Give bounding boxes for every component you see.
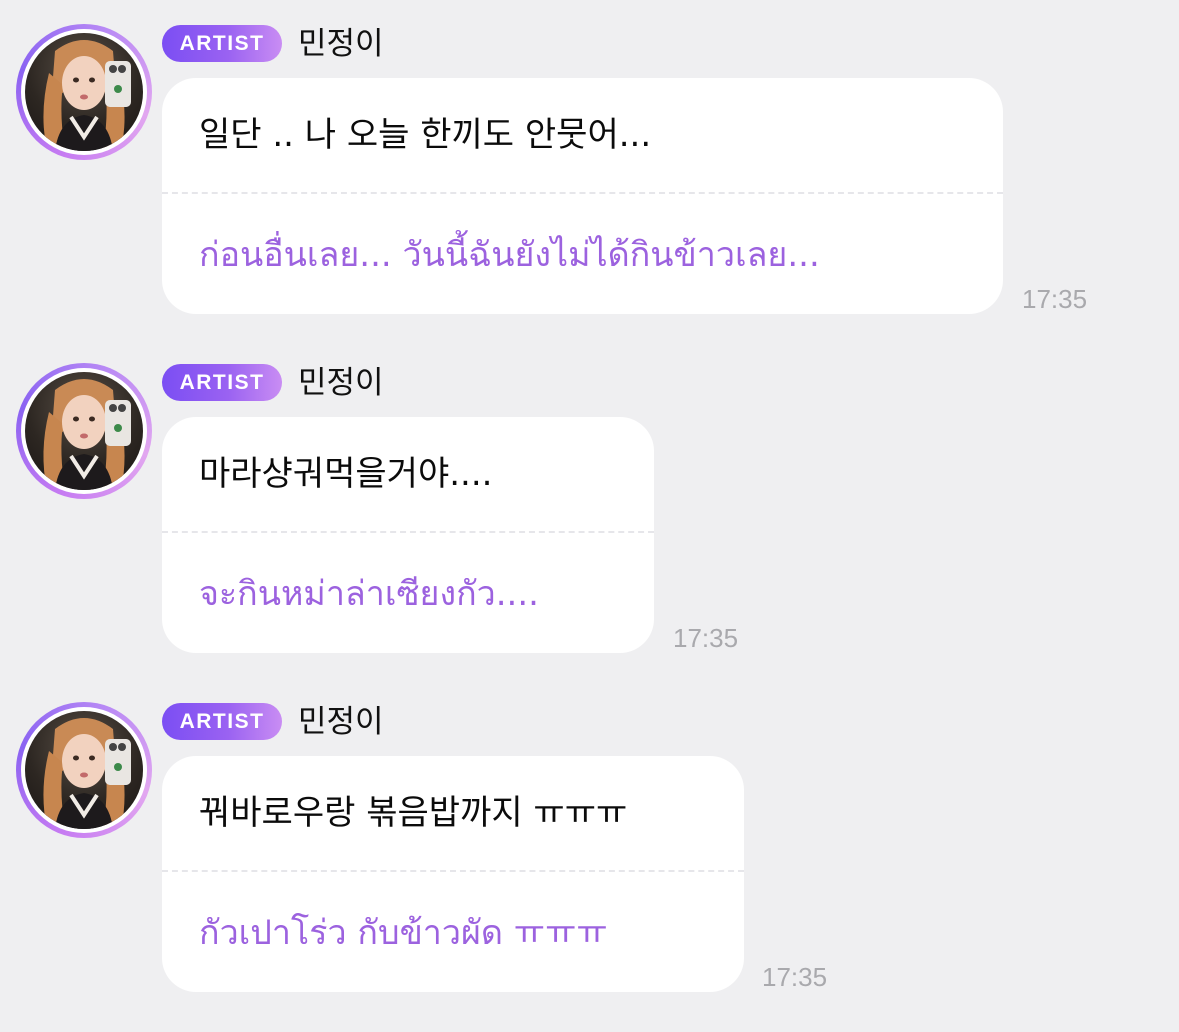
divider <box>162 870 744 872</box>
avatar[interactable] <box>16 702 152 838</box>
message-bubble[interactable]: 마라샹궈먹을거야.... จะกินหม่าล่าเซียงกัว.... <box>162 417 654 653</box>
artist-badge: ARTIST <box>162 364 282 401</box>
artist-badge: ARTIST <box>162 703 282 740</box>
original-text: 꿔바로우랑 볶음밥까지 ㅠㅠㅠ <box>199 793 628 833</box>
profile-photo <box>25 711 143 829</box>
profile-photo <box>25 372 143 490</box>
timestamp: 17:35 <box>762 962 828 992</box>
translation-text: กัวเปาโร่ว กับข้าวผัด ㅠㅠㅠ <box>199 913 608 953</box>
divider <box>162 531 654 533</box>
sender-name: 민정이 <box>298 704 384 740</box>
sender-name: 민정이 <box>298 26 384 62</box>
avatar[interactable] <box>16 363 152 499</box>
artist-badge: ARTIST <box>162 25 282 62</box>
message-bubble[interactable]: 꿔바로우랑 볶음밥까지 ㅠㅠㅠ กัวเปาโร่ว กับข้าวผัด ㅠㅠ… <box>162 756 744 992</box>
message-bubble[interactable]: 일단 .. 나 오늘 한끼도 안뭇어... ก่อนอื่นเลย... วัน… <box>162 78 1003 314</box>
timestamp: 17:35 <box>1022 284 1088 314</box>
original-text: 마라샹궈먹을거야.... <box>199 454 493 494</box>
sender-name: 민정이 <box>298 365 384 401</box>
timestamp: 17:35 <box>673 623 739 653</box>
avatar[interactable] <box>16 24 152 160</box>
translation-text: จะกินหม่าล่าเซียงกัว.... <box>199 574 539 614</box>
divider <box>162 192 1003 194</box>
profile-photo <box>25 33 143 151</box>
translation-text: ก่อนอื่นเลย... วันนี้ฉันยังไม่ได้กินข้าว… <box>199 235 820 275</box>
original-text: 일단 .. 나 오늘 한끼도 안뭇어... <box>199 115 652 155</box>
